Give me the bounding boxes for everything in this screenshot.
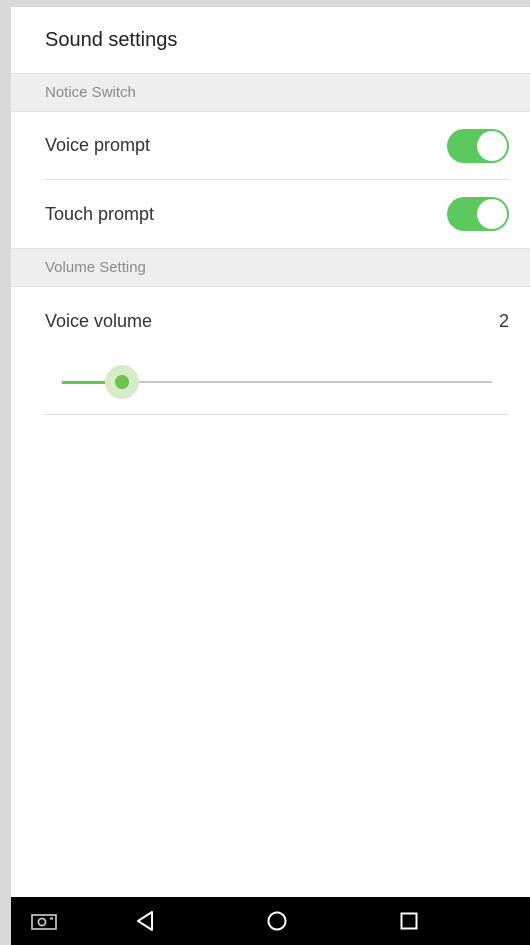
section-header-notice-switch: Notice Switch: [11, 73, 530, 112]
recents-icon[interactable]: [385, 897, 433, 945]
touch-prompt-toggle[interactable]: [447, 197, 509, 231]
toggle-knob: [477, 199, 507, 229]
screenshot-icon[interactable]: [20, 897, 68, 945]
back-icon[interactable]: [121, 897, 169, 945]
system-navigation-bar: [11, 897, 530, 945]
voice-prompt-label: Voice prompt: [45, 135, 151, 155]
voice-volume-slider-container: [45, 355, 509, 415]
home-icon[interactable]: [253, 897, 301, 945]
voice-volume-row: Voice volume 2: [45, 287, 509, 355]
voice-prompt-row: Voice prompt: [45, 112, 509, 180]
sound-settings-screen: Sound settings Notice Switch Voice promp…: [11, 7, 530, 945]
voice-volume-label: Voice volume: [45, 310, 153, 331]
toggle-knob: [477, 130, 507, 161]
voice-volume-value: 2: [498, 310, 509, 331]
voice-prompt-toggle[interactable]: [447, 128, 509, 163]
touch-prompt-row: Touch prompt: [45, 180, 509, 248]
touch-prompt-label: Touch prompt: [45, 203, 155, 224]
page-title: Sound settings: [45, 28, 178, 51]
section-header-volume-setting: Volume Setting: [11, 248, 530, 287]
voice-volume-slider[interactable]: [62, 365, 492, 399]
